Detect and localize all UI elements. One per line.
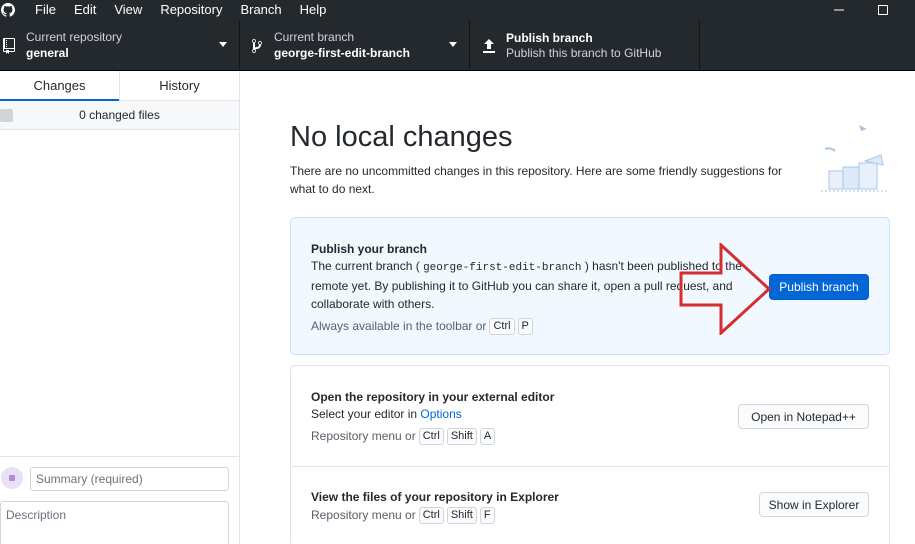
summary-input[interactable]: [30, 467, 229, 491]
chevron-down-icon: [449, 42, 457, 47]
tab-history[interactable]: History: [119, 71, 239, 100]
options-link[interactable]: Options: [420, 407, 461, 421]
chevron-down-icon: [219, 42, 227, 47]
description-input[interactable]: [0, 501, 229, 544]
editor-card-title: Open the repository in your external edi…: [311, 390, 555, 404]
kbd-shift: Shift: [446, 427, 477, 445]
maximize-button[interactable]: [868, 0, 898, 20]
explorer-card-hint: Repository menu or Ctrl Shift F: [311, 506, 731, 524]
minimize-button[interactable]: [824, 0, 854, 20]
github-logo-icon: [0, 2, 16, 18]
page-description: There are no uncommitted changes in this…: [290, 164, 783, 196]
publish-branch-card: Publish your branch The current branch (…: [290, 217, 890, 355]
avatar: [1, 467, 23, 489]
toolbar: Current repository general Current branc…: [0, 20, 915, 71]
upload-icon: [482, 38, 496, 54]
show-in-explorer-button[interactable]: Show in Explorer: [759, 492, 869, 517]
open-in-editor-button[interactable]: Open in Notepad++: [738, 404, 869, 429]
branch-name: george-first-edit-branch: [274, 46, 411, 60]
suggestions-card: Open the repository in your external edi…: [290, 365, 890, 544]
publish-card-hint: Always available in the toolbar or Ctrl …: [311, 317, 751, 335]
main-content: No local changes There are no uncommitte…: [241, 71, 915, 544]
kbd-ctrl: Ctrl: [418, 506, 444, 524]
kbd-ctrl: Ctrl: [418, 427, 444, 445]
kbd-ctrl: Ctrl: [489, 317, 515, 335]
changed-files-count: 0 changed files: [79, 108, 160, 122]
changes-header: 0 changed files: [0, 101, 239, 130]
menu-branch[interactable]: Branch: [231, 1, 290, 19]
menu-edit[interactable]: Edit: [65, 1, 105, 19]
branch-code: george-first-edit-branch: [423, 262, 582, 274]
branch-icon: [250, 38, 264, 54]
publish-title: Publish branch: [506, 31, 593, 45]
kbd-f: F: [479, 506, 495, 524]
select-all-checkbox[interactable]: [0, 109, 13, 122]
branch-label: Current branch: [274, 30, 355, 44]
page-title: No local changes: [290, 121, 513, 153]
kbd-shift: Shift: [446, 506, 477, 524]
tab-changes[interactable]: Changes: [0, 71, 119, 101]
current-repository-dropdown[interactable]: Current repository general: [0, 20, 240, 71]
explorer-card-title: View the files of your repository in Exp…: [311, 490, 559, 504]
empty-state-illustration: [819, 121, 889, 199]
kbd-a: A: [479, 427, 496, 445]
kbd-p: P: [517, 317, 533, 335]
menu-repository[interactable]: Repository: [151, 1, 231, 19]
sidebar-tabs: Changes History: [0, 71, 239, 101]
menu-help[interactable]: Help: [291, 1, 336, 19]
editor-card-hint: Repository menu or Ctrl Shift A: [311, 427, 731, 445]
editor-suggestion: Open the repository in your external edi…: [311, 389, 731, 445]
repo-label: Current repository: [26, 30, 123, 44]
explorer-suggestion: View the files of your repository in Exp…: [311, 489, 731, 524]
title-bar: File Edit View Repository Branch Help: [0, 0, 915, 20]
repo-icon: [2, 37, 16, 54]
current-branch-dropdown[interactable]: Current branch george-first-edit-branch: [240, 20, 470, 71]
menu-file[interactable]: File: [26, 1, 65, 19]
card-divider: [291, 466, 889, 467]
editor-card-text: Select your editor in Options: [311, 407, 462, 421]
publish-card-title: Publish your branch: [311, 242, 428, 256]
publish-branch-toolbar-button[interactable]: Publish branch Publish this branch to Gi…: [470, 20, 700, 71]
menu-bar: File Edit View Repository Branch Help: [26, 1, 335, 19]
sidebar: Changes History 0 changed files: [0, 71, 240, 544]
menu-view[interactable]: View: [105, 1, 151, 19]
publish-branch-button[interactable]: Publish branch: [769, 274, 869, 300]
repo-name: general: [26, 46, 69, 60]
publish-card-text: The current branch ( george-first-edit-b…: [311, 259, 742, 311]
commit-area: [0, 456, 239, 544]
publish-subtitle: Publish this branch to GitHub: [506, 46, 662, 60]
